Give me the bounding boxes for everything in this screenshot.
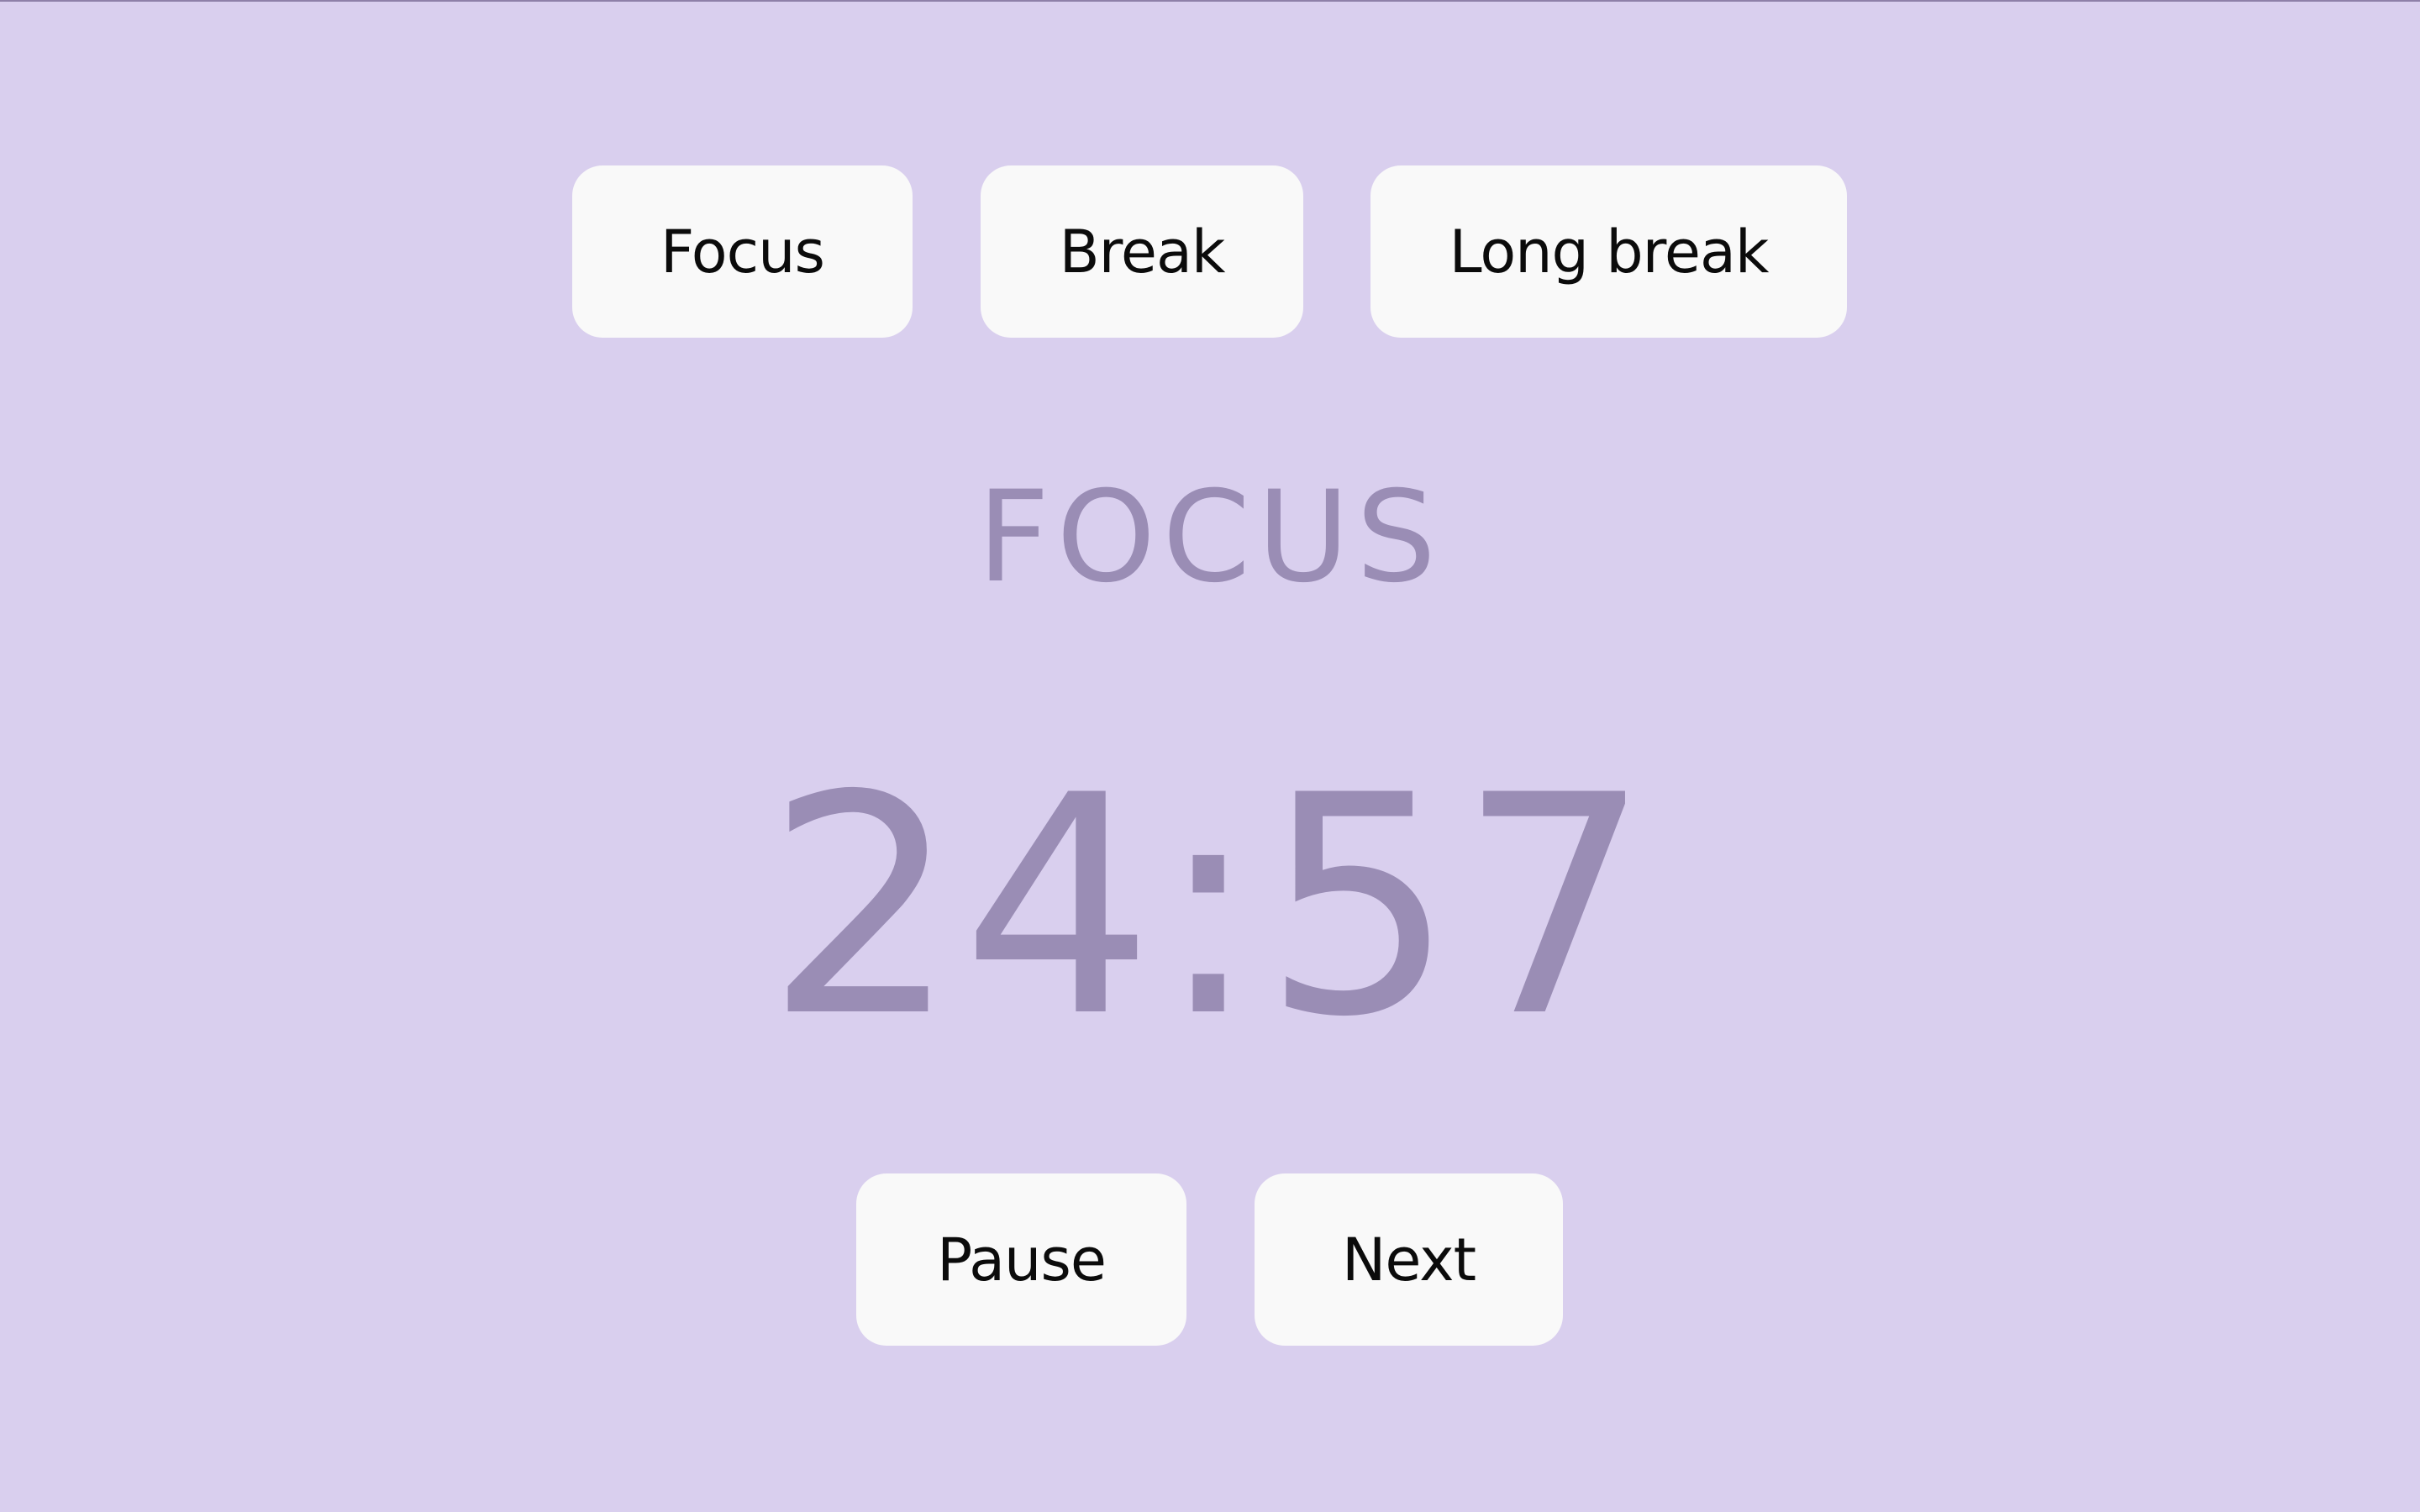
break-mode-button[interactable]: Break (981, 165, 1303, 338)
long-break-mode-button[interactable]: Long break (1370, 165, 1847, 338)
timer-display: 24:57 (765, 731, 1655, 1083)
next-button[interactable]: Next (1255, 1173, 1563, 1346)
window-top-border (0, 0, 2420, 2)
focus-mode-button[interactable]: Focus (572, 165, 913, 338)
current-mode-title: FOCUS (976, 465, 1444, 611)
pause-button[interactable]: Pause (856, 1173, 1186, 1346)
